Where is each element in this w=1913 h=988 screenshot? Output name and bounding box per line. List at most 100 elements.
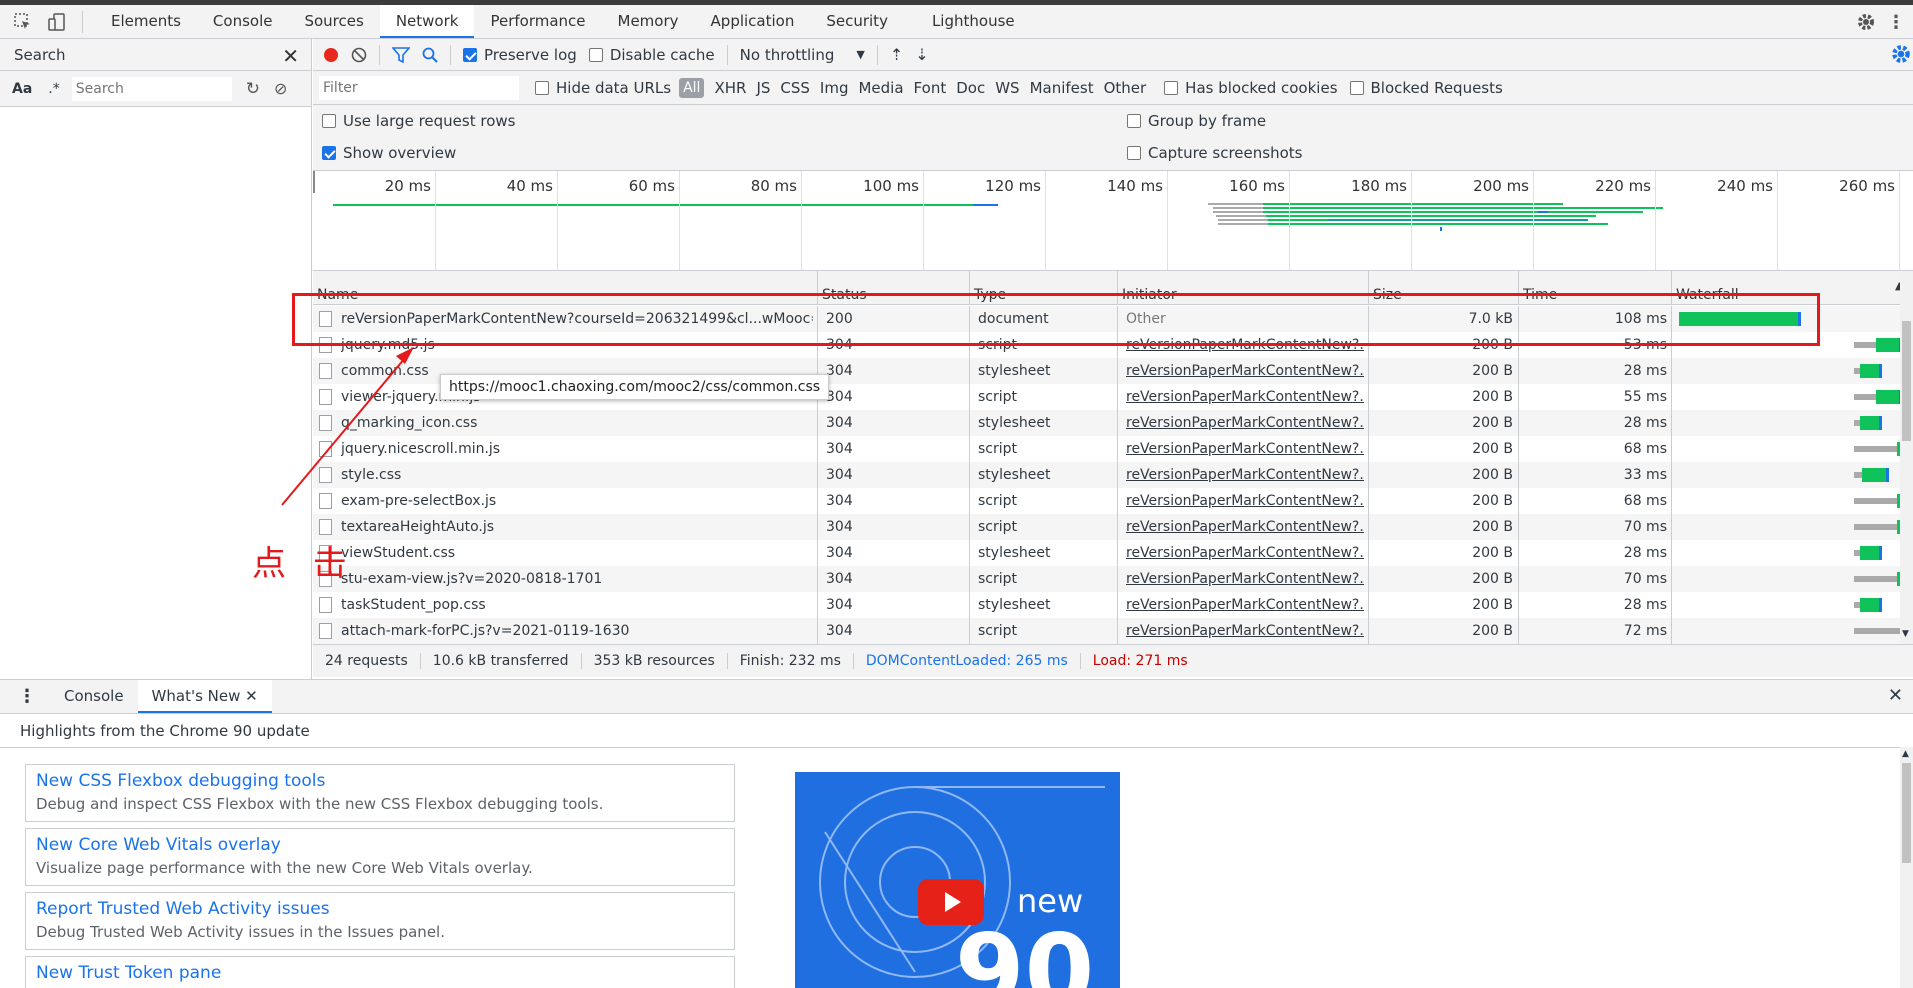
checkbox-checked[interactable] [463,47,477,62]
tab-security[interactable]: Security [810,5,904,38]
tab-application[interactable]: Application [695,5,811,38]
more-options-icon[interactable]: ⋮ [1884,10,1908,34]
network-settings-gear-icon[interactable] [1890,43,1912,69]
request-name[interactable]: taskStudent_pop.css [341,592,813,618]
checkbox-checked[interactable] [322,146,336,160]
filter-type-media[interactable]: Media [858,79,903,97]
checkbox-unchecked[interactable] [588,47,603,62]
card-title[interactable]: New Trust Token pane [36,963,734,983]
card-title[interactable]: New Core Web Vitals overlay [36,835,734,855]
checkbox-unchecked[interactable] [535,80,549,95]
request-initiator[interactable]: reVersionPaperMarkContentNew?... [1122,488,1364,514]
clear-icon[interactable] [351,47,367,63]
search-icon[interactable] [422,47,438,63]
drawer-scrollbar[interactable]: ▲ [1900,747,1913,988]
table-row[interactable]: viewStudent.css 304 stylesheet reVersionPap… [313,540,1900,566]
request-initiator[interactable]: reVersionPaperMarkContentNew?... [1122,384,1364,410]
close-tab-icon[interactable]: ✕ [245,687,258,705]
whats-new-card[interactable]: Report Trusted Web Activity issues Debug… [25,892,735,950]
blocked-cookies-checkbox[interactable]: Has blocked cookies [1164,79,1338,97]
large-rows-checkbox[interactable]: Use large request rows [322,112,515,130]
scroll-down-icon[interactable]: ▼ [1902,629,1909,639]
scrollbar-thumb[interactable] [1902,321,1911,441]
whats-new-card[interactable]: New CSS Flexbox debugging tools Debug an… [25,764,735,822]
table-row[interactable]: textareaHeightAuto.js 304 script reVersionP… [313,514,1900,540]
disable-cache-checkbox[interactable]: Disable cache [588,46,715,64]
filter-icon[interactable] [392,46,410,63]
request-name[interactable]: attach-mark-forPC.js?v=2021-0119-1630 [341,618,813,644]
filter-type-css[interactable]: CSS [780,79,810,97]
timeline-overview[interactable]: 20 ms 40 ms 60 ms 80 ms 100 ms 120 ms 140 ms 16… [313,170,1913,271]
close-search-icon[interactable]: ✕ [282,44,299,68]
scroll-up-icon[interactable]: ▲ [1902,749,1909,759]
table-scrollbar[interactable]: ▼ [1900,271,1913,644]
tab-performance[interactable]: Performance [474,5,601,38]
request-name[interactable]: textareaHeightAuto.js [341,514,813,540]
filter-type-font[interactable]: Font [914,79,947,97]
table-row[interactable]: taskStudent_pop.css 304 stylesheet reVersio… [313,592,1900,618]
table-row[interactable]: jquery.nicescroll.min.js 304 script reVersi… [313,436,1900,462]
checkbox-unchecked[interactable] [1127,146,1141,160]
filter-type-all[interactable]: All [679,77,705,98]
request-name[interactable]: stu-exam-view.js?v=2020-0818-1701 [341,566,813,592]
checkbox-unchecked[interactable] [1164,80,1179,95]
settings-gear-icon[interactable] [1854,10,1878,34]
inspect-element-icon[interactable] [12,11,34,33]
tab-memory[interactable]: Memory [602,5,695,38]
filter-type-doc[interactable]: Doc [956,79,985,97]
filter-input[interactable] [319,75,519,100]
request-initiator[interactable]: reVersionPaperMarkContentNew?... [1122,618,1364,644]
request-initiator[interactable]: reVersionPaperMarkContentNew?... [1122,592,1364,618]
filter-type-other[interactable]: Other [1104,79,1147,97]
group-by-frame-checkbox[interactable]: Group by frame [1127,112,1266,130]
table-row[interactable]: style.css 304 stylesheet reVersionPaperMark… [313,462,1900,488]
request-initiator[interactable]: reVersionPaperMarkContentNew?... [1122,540,1364,566]
show-overview-checkbox[interactable]: Show overview [322,144,456,162]
request-initiator[interactable]: reVersionPaperMarkContentNew?... [1122,462,1364,488]
request-initiator[interactable]: reVersionPaperMarkContentNew?... [1122,514,1364,540]
filter-type-img[interactable]: Img [820,79,849,97]
table-row[interactable]: exam-pre-selectBox.js 304 script reVersionP… [313,488,1900,514]
clear-search-icon[interactable]: ⊘ [274,79,287,98]
import-har-icon[interactable]: ⇡ [890,45,903,64]
filter-type-manifest[interactable]: Manifest [1030,79,1094,97]
request-initiator[interactable]: reVersionPaperMarkContentNew?... [1122,566,1364,592]
request-initiator[interactable]: reVersionPaperMarkContentNew?... [1122,410,1364,436]
request-name[interactable]: viewStudent.css [341,540,813,566]
tab-lighthouse[interactable]: Lighthouse [904,5,1031,38]
blocked-requests-checkbox[interactable]: Blocked Requests [1349,79,1503,97]
drawer-tab-console[interactable]: Console [50,680,138,713]
refresh-icon[interactable]: ↻ [246,79,260,99]
search-input[interactable] [71,76,232,101]
checkbox-unchecked[interactable] [322,114,336,128]
whats-new-video-thumbnail[interactable]: new 90 [795,772,1120,988]
close-drawer-icon[interactable]: ✕ [1888,685,1903,706]
regex-toggle[interactable]: .* [48,81,59,97]
preserve-log-checkbox[interactable]: Preserve log [463,46,577,64]
filter-type-xhr[interactable]: XHR [714,79,746,97]
filter-type-ws[interactable]: WS [995,79,1019,97]
export-har-icon[interactable]: ⇣ [915,45,928,64]
drawer-menu-icon[interactable]: ⋮ [0,686,50,707]
card-title[interactable]: New CSS Flexbox debugging tools [36,771,734,791]
match-case-toggle[interactable]: Aa [12,81,32,97]
card-title[interactable]: Report Trusted Web Activity issues [36,899,734,919]
tab-network[interactable]: Network [379,5,475,38]
table-row[interactable]: q_marking_icon.css 304 stylesheet reVersion… [313,410,1900,436]
table-row[interactable]: stu-exam-view.js?v=2020-0818-1701 304 scri… [313,566,1900,592]
checkbox-unchecked[interactable] [1349,80,1364,95]
tab-elements[interactable]: Elements [95,5,197,38]
whats-new-card[interactable]: New Core Web Vitals overlay Visualize pa… [25,828,735,886]
request-initiator[interactable]: reVersionPaperMarkContentNew?... [1122,436,1364,462]
table-row[interactable]: attach-mark-forPC.js?v=2021-0119-1630 304… [313,618,1900,644]
tab-sources[interactable]: Sources [288,5,379,38]
drawer-tab-whats-new[interactable]: What's New ✕ [137,680,272,713]
checkbox-unchecked[interactable] [1127,114,1141,128]
tab-console[interactable]: Console [197,5,289,38]
capture-screenshots-checkbox[interactable]: Capture screenshots [1127,144,1302,162]
filter-type-js[interactable]: JS [756,79,770,97]
whats-new-card[interactable]: New Trust Token pane [25,956,735,988]
hide-data-urls-checkbox[interactable]: Hide data URLs [535,79,671,97]
record-button[interactable] [323,47,339,63]
throttling-select[interactable]: No throttling ▼ [740,46,865,64]
